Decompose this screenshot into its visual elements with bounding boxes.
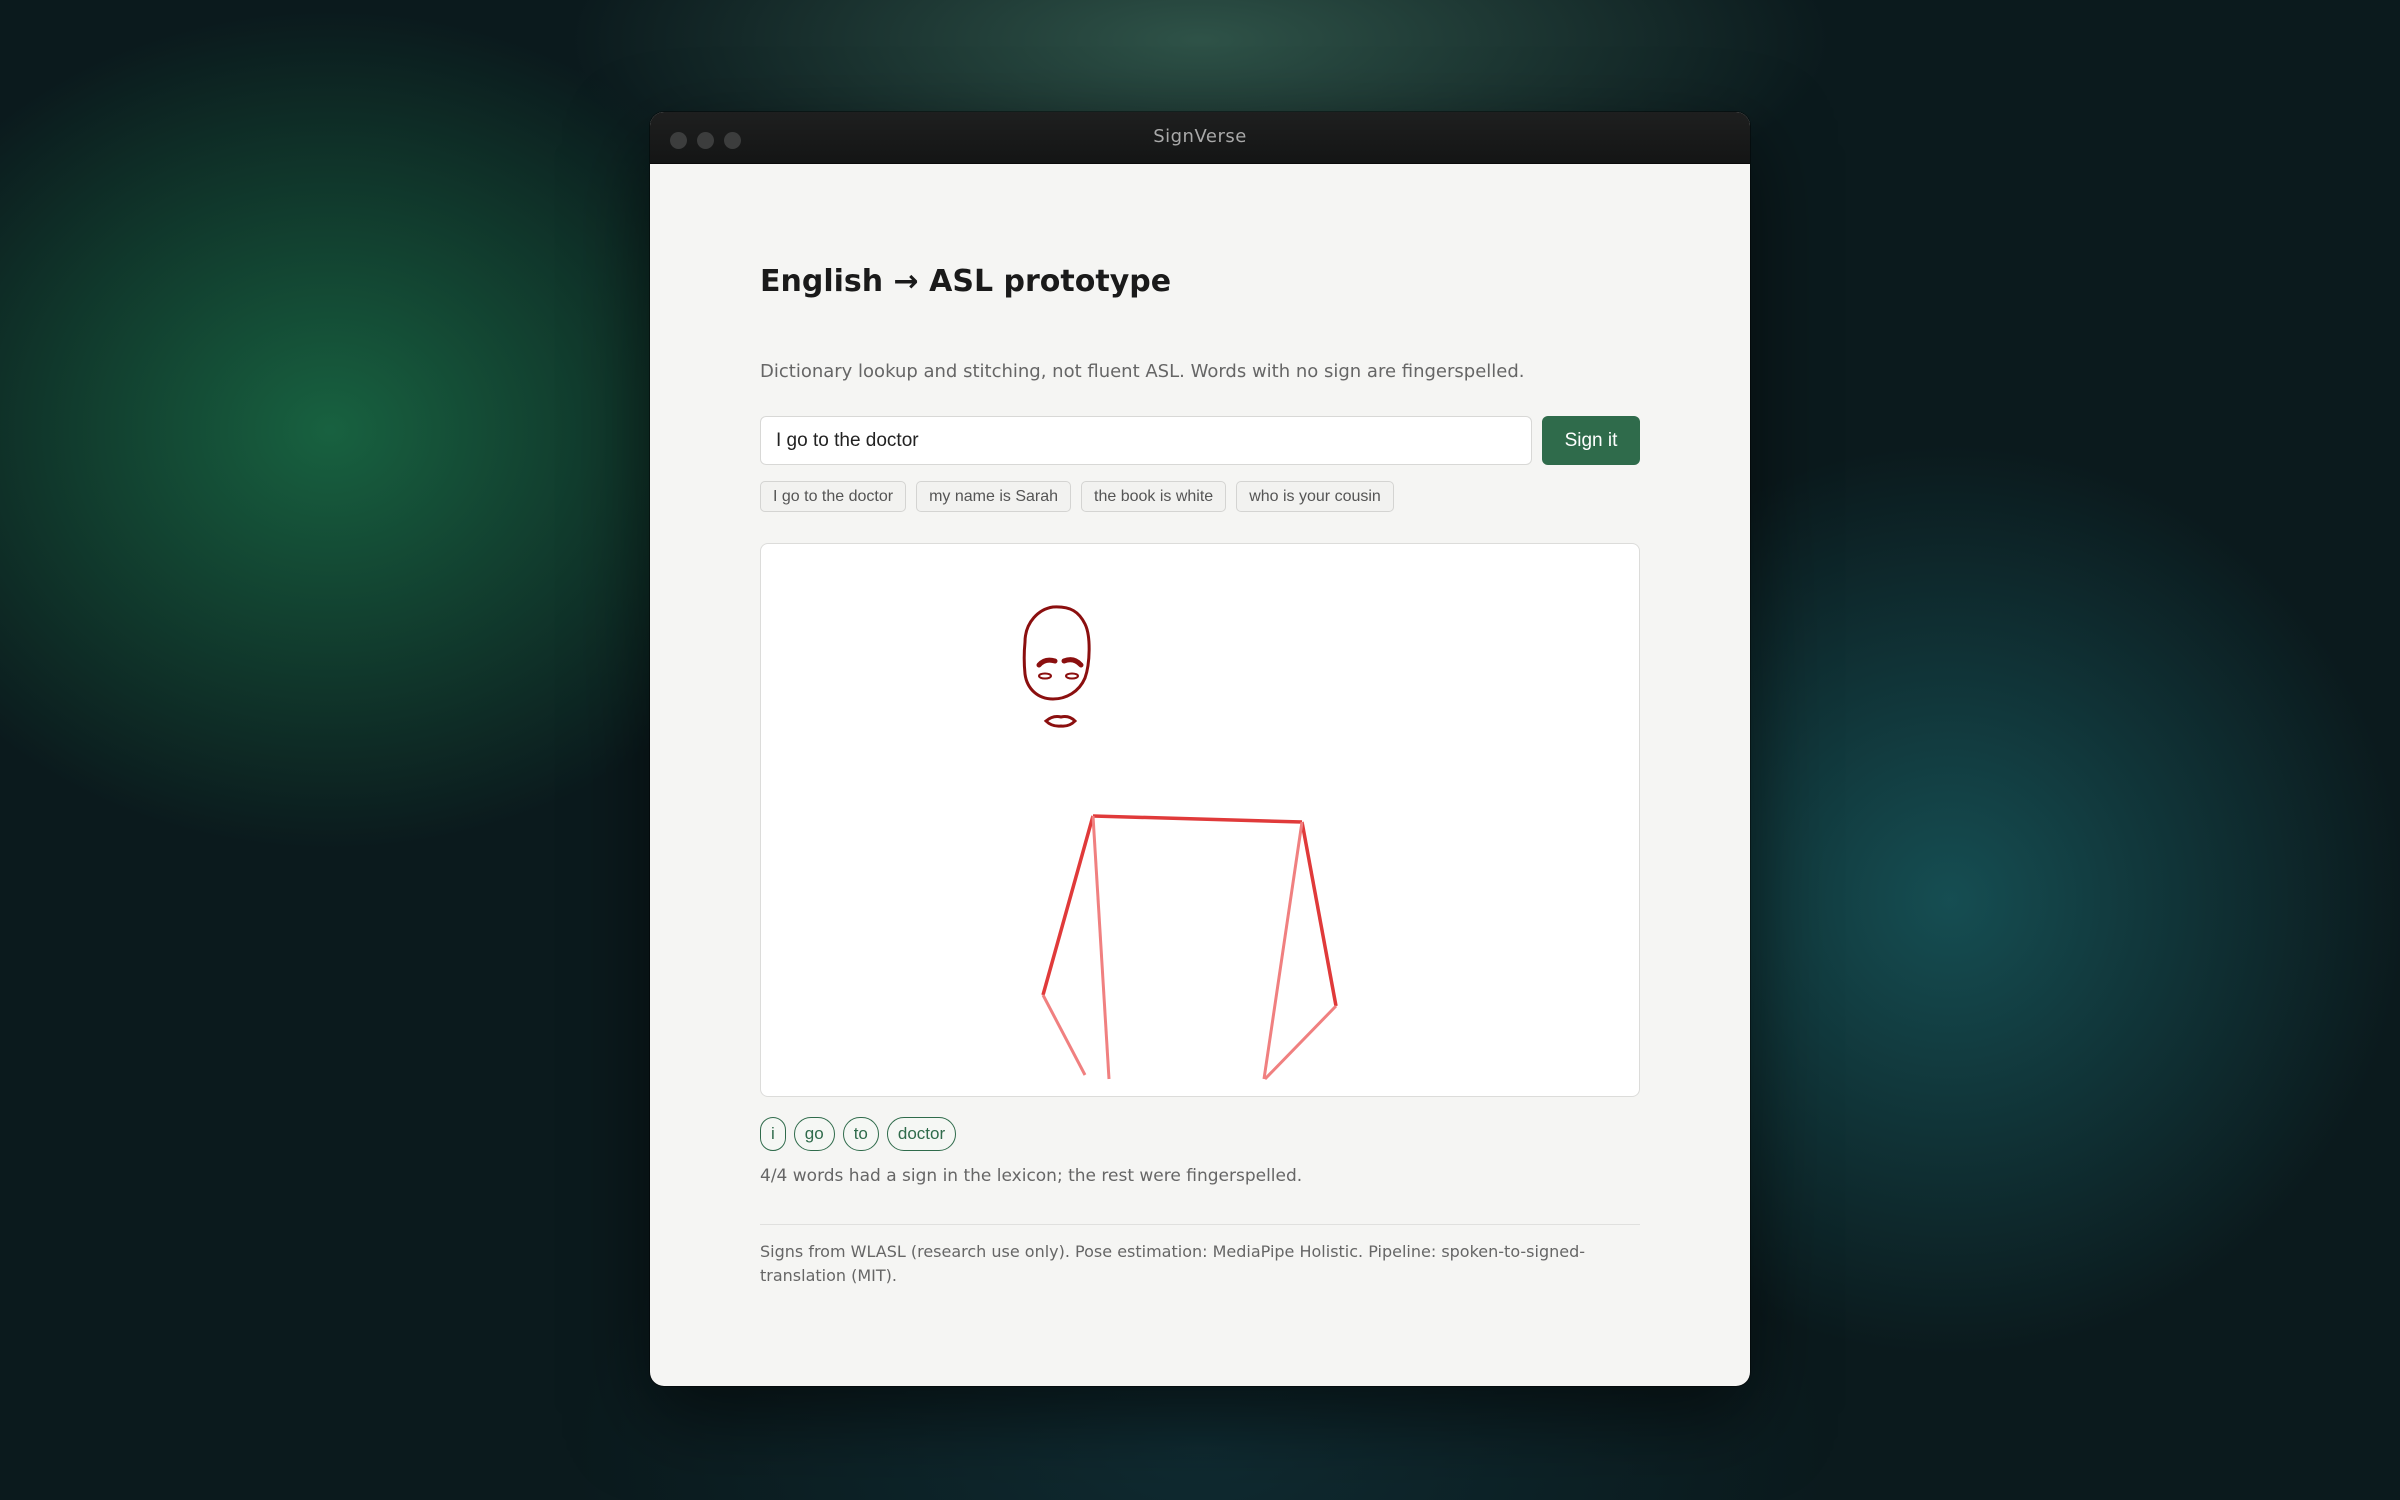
left-eye <box>1038 672 1052 680</box>
lexicon-coverage-text: 4/4 words had a sign in the lexicon; the… <box>760 1166 1303 1186</box>
shoulder-line <box>1092 814 1303 824</box>
right-torso-line <box>1262 821 1304 1080</box>
title-bar: SignVerse <box>650 112 1750 164</box>
face-outline <box>1022 605 1091 701</box>
example-chip[interactable]: who is your cousin <box>1236 481 1394 512</box>
right-eyebrow <box>1061 657 1084 668</box>
example-chip[interactable]: the book is white <box>1081 481 1227 512</box>
sentence-input[interactable] <box>760 416 1532 465</box>
gloss-token-to[interactable]: to <box>842 1117 879 1151</box>
input-row: Sign it <box>760 416 1640 465</box>
gloss-token-doctor[interactable]: doctor <box>886 1117 957 1151</box>
example-sentences: I go to the doctor my name is Sarah the … <box>760 481 1394 512</box>
credits-text: Signs from WLASL (research use only). Po… <box>760 1242 1586 1285</box>
right-forearm <box>1263 1004 1338 1081</box>
right-upper-arm <box>1300 821 1338 1007</box>
gloss-token-i[interactable]: i <box>760 1117 786 1151</box>
left-forearm <box>1041 994 1087 1076</box>
right-eye <box>1065 672 1079 680</box>
example-chip[interactable]: my name is Sarah <box>916 481 1072 512</box>
mouth <box>1043 715 1078 728</box>
left-eyebrow <box>1036 657 1058 668</box>
app-window: SignVerse English → ASL prototype Dictio… <box>650 112 1750 1386</box>
pose-viewer <box>760 543 1640 1097</box>
page-title: English → ASL prototype <box>760 264 1172 299</box>
gloss-tokens: i go to doctor <box>760 1117 957 1151</box>
left-upper-arm <box>1041 815 1095 996</box>
left-torso-line <box>1091 815 1111 1080</box>
divider <box>760 1224 1640 1225</box>
gloss-token-go[interactable]: go <box>793 1117 835 1151</box>
window-title: SignVerse <box>1153 126 1247 147</box>
pose-skeleton <box>1022 605 1338 1081</box>
page-subtitle: Dictionary lookup and stitching, not flu… <box>760 361 1525 382</box>
sign-it-button[interactable]: Sign it <box>1542 416 1640 465</box>
example-chip[interactable]: I go to the doctor <box>760 481 907 512</box>
